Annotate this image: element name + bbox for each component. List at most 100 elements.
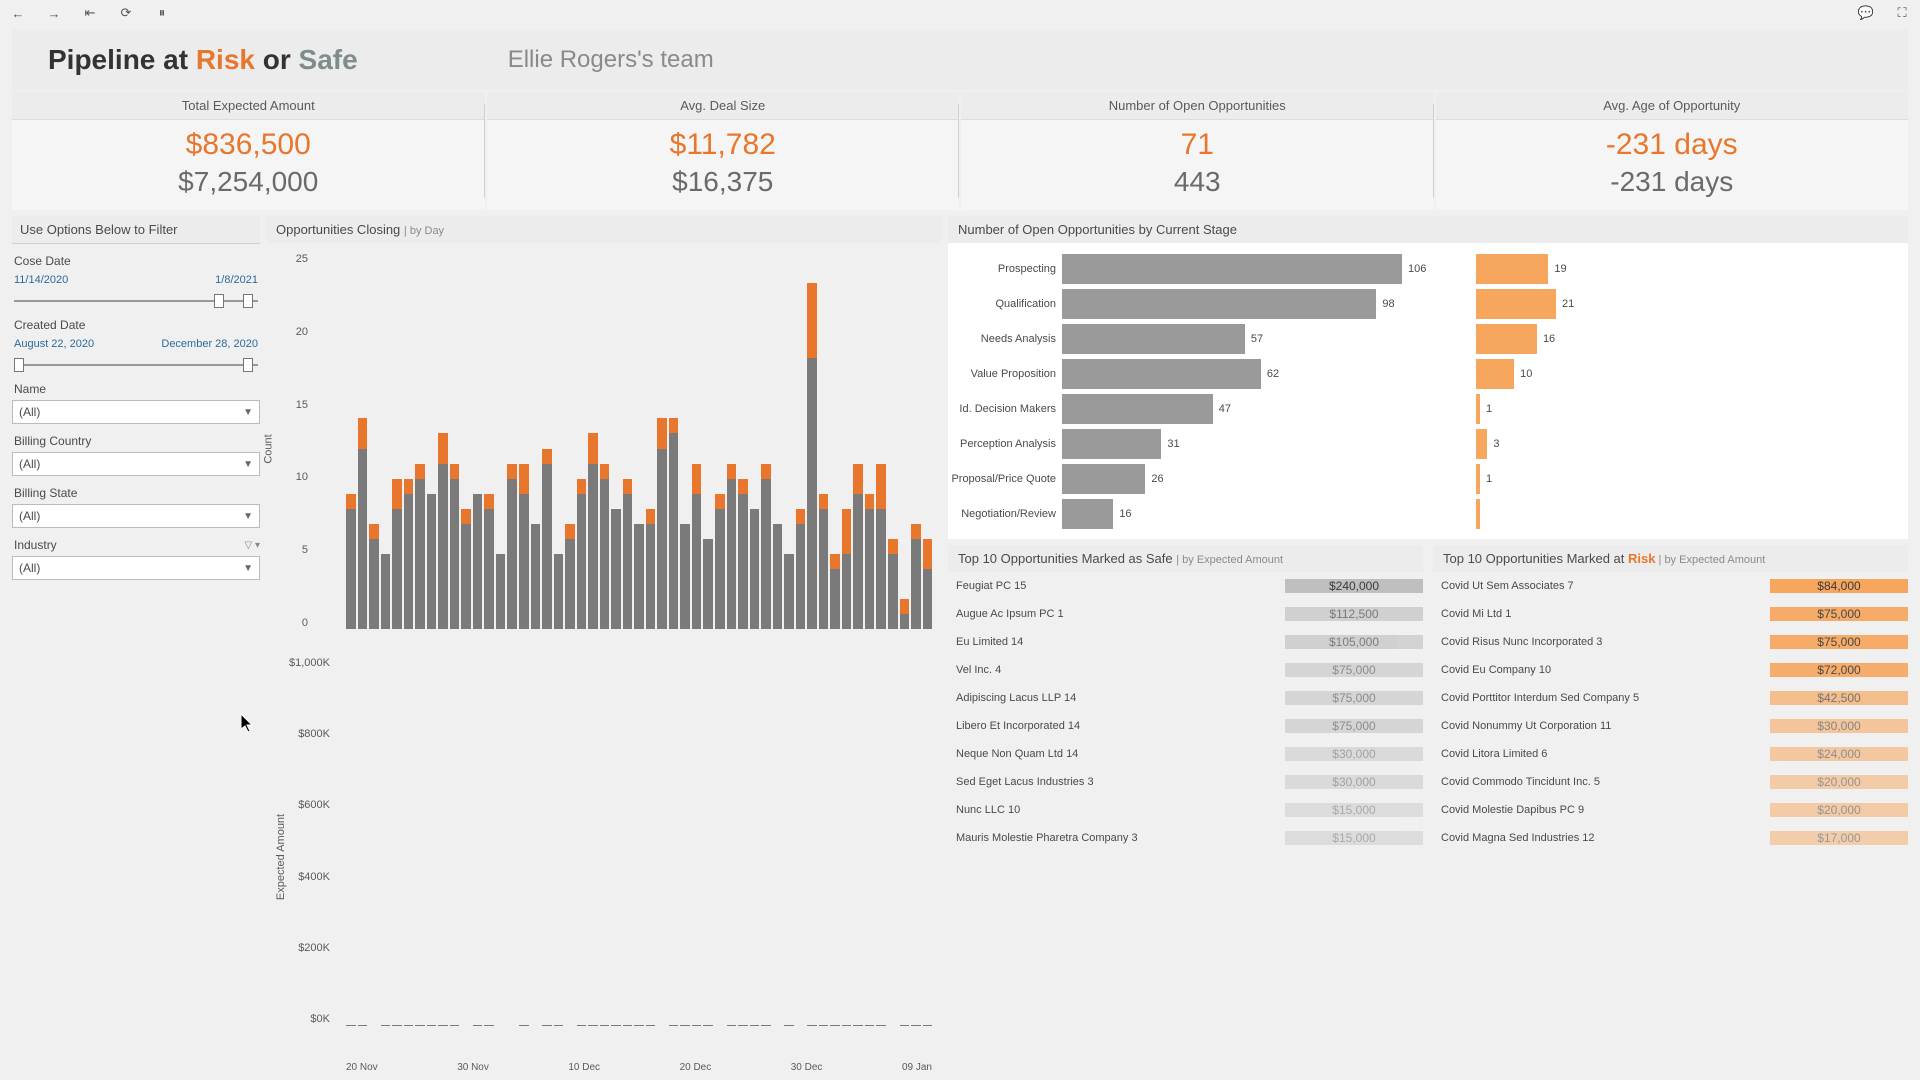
top10-row[interactable]: Adipiscing Lacus LLP 14$75,000 [948,684,1423,712]
bar-column[interactable] [876,657,886,1025]
kpi-avg-age[interactable]: Avg. Age of Opportunity -231 days -231 d… [1436,92,1909,210]
bar-risk[interactable] [438,433,448,463]
bar-column[interactable] [542,657,552,1025]
bar-safe[interactable] [415,479,425,629]
pause-icon[interactable]: ⏸ [154,5,170,21]
top10-row[interactable]: Vel Inc. 4$75,000 [948,656,1423,684]
bar-safe[interactable] [381,554,391,629]
bar-risk[interactable] [900,599,910,614]
stage-row[interactable]: Perception Analysis313 [948,426,1900,461]
bar-column[interactable] [577,253,587,629]
bar-safe[interactable] [496,554,506,629]
bar-column[interactable] [900,253,910,629]
bar-risk[interactable] [507,464,517,479]
bar-column[interactable] [542,253,552,629]
bar-column[interactable] [853,657,863,1025]
bar-risk[interactable] [600,464,610,479]
bar-safe[interactable] [703,539,713,629]
bar-column[interactable] [588,253,598,629]
bar-safe[interactable] [646,524,656,629]
bar-column[interactable] [392,657,402,1025]
bar-column[interactable] [680,253,690,629]
bar-safe[interactable] [554,554,564,629]
bar-column[interactable] [634,657,644,1025]
bar-chart-count[interactable] [346,253,932,629]
bar-column[interactable] [715,657,725,1025]
bar-column[interactable] [911,657,921,1025]
bar-safe[interactable] [865,509,875,629]
bar-safe[interactable] [669,433,679,629]
bar-column[interactable] [381,253,391,629]
bar-safe[interactable] [842,554,852,629]
bar-column[interactable] [461,253,471,629]
bar-safe[interactable] [900,614,910,629]
bar-safe[interactable] [727,479,737,629]
bar-safe[interactable] [876,509,886,629]
stage-bar-safe[interactable] [1062,324,1245,354]
bar-safe[interactable] [438,464,448,629]
bar-column[interactable] [496,657,506,1025]
bar-risk[interactable] [761,464,771,479]
bar-risk[interactable] [542,449,552,464]
bar-column[interactable] [358,253,368,629]
bar-safe[interactable] [369,539,379,629]
bar-column[interactable] [519,253,529,629]
bar-risk[interactable] [484,494,494,509]
top10-row[interactable]: Covid Porttitor Interdum Sed Company 5$4… [1433,684,1908,712]
chart-closing-count[interactable]: Count 2520151050 [266,243,942,643]
bar-risk[interactable] [819,494,829,509]
bar-column[interactable] [727,253,737,629]
bar-column[interactable] [830,253,840,629]
bar-safe[interactable] [392,509,402,629]
created-date-slider[interactable] [14,358,258,372]
bar-safe[interactable] [773,524,783,629]
bar-safe[interactable] [588,464,598,629]
top10-row[interactable]: Covid Mi Ltd 1$75,000 [1433,600,1908,628]
bar-safe[interactable] [750,509,760,629]
bar-column[interactable] [703,657,713,1025]
bar-safe[interactable] [577,494,587,629]
stage-bar-safe[interactable] [1062,499,1113,529]
bar-risk[interactable] [865,494,875,509]
stage-row[interactable]: Proposal/Price Quote261 [948,461,1900,496]
bar-column[interactable] [438,253,448,629]
bar-column[interactable] [669,253,679,629]
bar-safe[interactable] [923,569,933,629]
bar-column[interactable] [369,657,379,1025]
bar-safe[interactable] [623,494,633,629]
bar-column[interactable] [888,657,898,1025]
bar-column[interactable] [565,657,575,1025]
bar-column[interactable] [450,657,460,1025]
kpi-total-expected[interactable]: Total Expected Amount $836,500 $7,254,00… [12,92,485,210]
bar-column[interactable] [853,253,863,629]
stage-bar-risk[interactable] [1476,394,1480,424]
bar-risk[interactable] [842,509,852,554]
bar-column[interactable] [646,253,656,629]
bar-column[interactable] [703,253,713,629]
bar-column[interactable] [646,657,656,1025]
slider-handle-low[interactable] [14,358,24,372]
bar-risk[interactable] [450,464,460,479]
bar-column[interactable] [830,657,840,1025]
bar-column[interactable] [680,657,690,1025]
bar-column[interactable] [415,253,425,629]
bar-column[interactable] [773,657,783,1025]
bar-column[interactable] [473,657,483,1025]
close-date-slider[interactable] [14,294,258,308]
bar-risk[interactable] [461,509,471,524]
bar-column[interactable] [438,657,448,1025]
bar-safe[interactable] [427,494,437,629]
refresh-icon[interactable]: ⟳ [118,5,134,21]
top10-row[interactable]: Covid Nonummy Ut Corporation 11$30,000 [1433,712,1908,740]
bar-column[interactable] [507,657,517,1025]
bar-column[interactable] [600,253,610,629]
bar-risk[interactable] [911,524,921,539]
top10-row[interactable]: Covid Molestie Dapibus PC 9$20,000 [1433,796,1908,824]
bar-column[interactable] [461,657,471,1025]
bar-column[interactable] [623,253,633,629]
bar-column[interactable] [796,657,806,1025]
bar-safe[interactable] [761,479,771,629]
top10-row[interactable]: Covid Ut Sem Associates 7$84,000 [1433,572,1908,600]
fullscreen-icon[interactable]: ⛶ [1894,5,1910,21]
bar-column[interactable] [750,253,760,629]
